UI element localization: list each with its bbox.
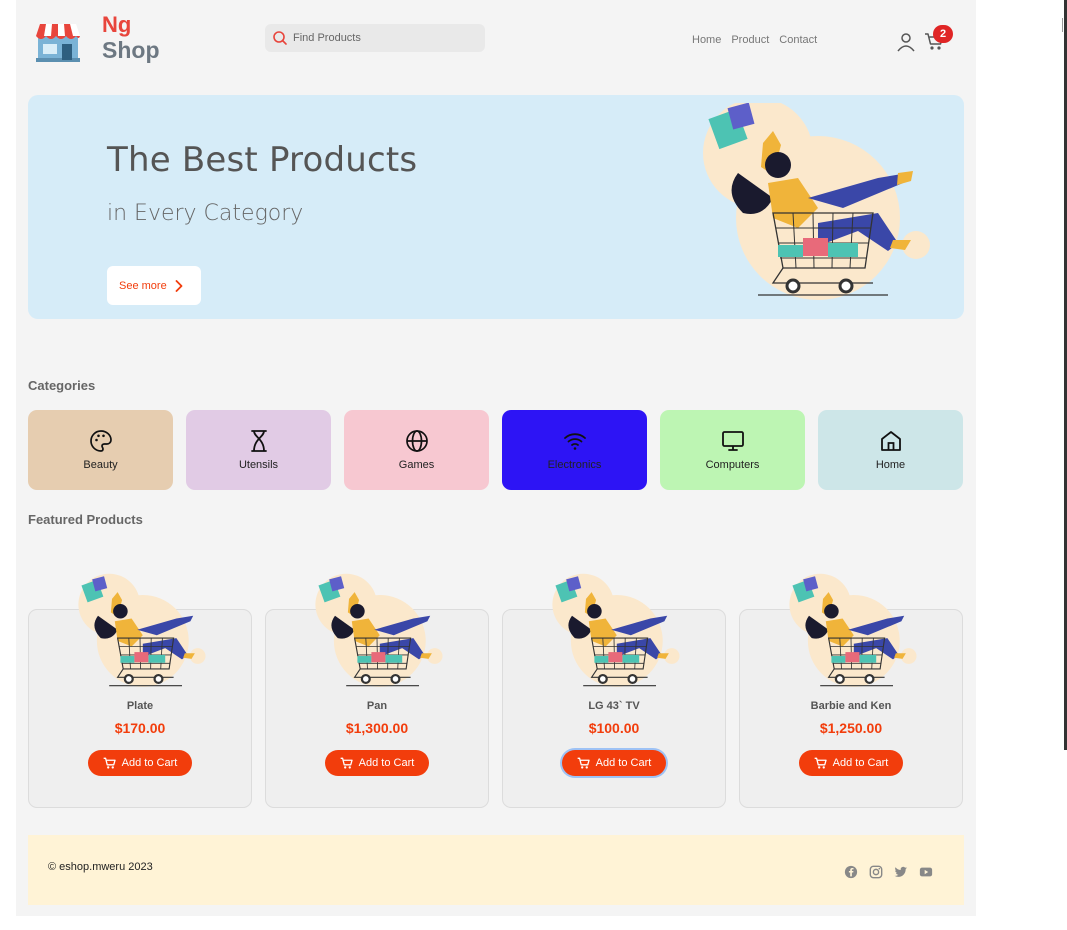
cart-count-badge: 2: [933, 25, 953, 43]
featured-heading: Featured Products: [28, 512, 143, 527]
twitter-icon[interactable]: [894, 865, 908, 879]
category-label-computers: Computers: [705, 459, 760, 471]
category-label-games: Games: [398, 459, 435, 471]
wifi-icon: [563, 433, 586, 450]
add-to-cart-button[interactable]: Add to Cart: [88, 750, 192, 776]
shop-logo-icon: [36, 24, 80, 62]
product-image: [551, 572, 681, 688]
home-icon: [880, 431, 901, 451]
category-computers[interactable]: Computers: [660, 410, 805, 490]
search-bar: [265, 24, 485, 52]
cart-icon: [340, 757, 353, 769]
category-electronics[interactable]: Electronics: [502, 410, 647, 490]
nav-contact[interactable]: Contact: [779, 34, 817, 46]
shopping-cart-illustration: [703, 103, 930, 300]
product-image: [77, 572, 207, 688]
category-home[interactable]: Home: [818, 410, 963, 490]
youtube-icon[interactable]: [919, 865, 933, 879]
nav-product[interactable]: Product: [731, 34, 769, 46]
hero-subtitle: in Every Category: [107, 201, 304, 226]
add-to-cart-label: Add to Cart: [832, 757, 889, 769]
logo-text-shop: Shop: [102, 37, 160, 63]
cart-icon: [577, 757, 590, 769]
product-price: $1,250.00: [819, 720, 883, 736]
globe-icon: [405, 430, 428, 452]
window-edge-tick: [1062, 18, 1067, 32]
monitor-icon: [721, 431, 744, 451]
hourglass-icon: [250, 430, 267, 452]
logo[interactable]: Ng Shop: [34, 12, 160, 66]
product-name: Barbie and Ken: [810, 700, 892, 712]
social-links: [844, 865, 933, 879]
product-price: $170.00: [114, 720, 166, 736]
category-label-beauty: Beauty: [83, 459, 118, 471]
footer: © eshop.mweru 2023: [28, 835, 964, 905]
category-label-electronics: Electronics: [547, 459, 602, 471]
add-to-cart-label: Add to Cart: [358, 757, 415, 769]
product-image: [788, 572, 918, 688]
category-label-utensils: Utensils: [238, 459, 279, 471]
instagram-icon[interactable]: [869, 865, 883, 879]
product-name: Pan: [366, 700, 388, 712]
nav-home[interactable]: Home: [692, 34, 721, 46]
see-more-label: See more: [119, 279, 167, 292]
add-to-cart-button[interactable]: Add to Cart: [562, 750, 666, 776]
copyright-text: © eshop.mweru 2023: [48, 861, 153, 873]
main-nav: Home Product Contact: [692, 34, 817, 46]
product-name: LG 43` TV: [588, 700, 640, 712]
add-to-cart-button[interactable]: Add to Cart: [799, 750, 903, 776]
category-utensils[interactable]: Utensils: [186, 410, 331, 490]
add-to-cart-label: Add to Cart: [595, 757, 652, 769]
logo-text-ng: Ng: [102, 12, 132, 37]
search-input[interactable]: [293, 29, 473, 47]
add-to-cart-button[interactable]: Add to Cart: [325, 750, 429, 776]
page: Ng Shop Home Product Contact 2 The Best …: [16, 0, 976, 916]
product-name: Plate: [126, 700, 154, 712]
category-games[interactable]: Games: [344, 410, 489, 490]
facebook-icon[interactable]: [844, 865, 858, 879]
categories-heading: Categories: [28, 378, 96, 393]
search-icon: [273, 31, 287, 45]
product-image: [314, 572, 444, 688]
user-icon[interactable]: [896, 32, 916, 52]
category-beauty[interactable]: Beauty: [28, 410, 173, 490]
add-to-cart-label: Add to Cart: [121, 757, 178, 769]
hero-title: The Best Products: [107, 140, 418, 180]
product-price: $1,300.00: [345, 720, 409, 736]
chevron-right-icon: [175, 279, 183, 292]
product-price: $100.00: [588, 720, 640, 736]
see-more-button[interactable]: See more: [107, 266, 201, 305]
cart-icon: [814, 757, 827, 769]
hero-banner: The Best Products in Every Category See …: [28, 95, 964, 319]
palette-icon: [89, 430, 112, 452]
category-label-home: Home: [875, 459, 906, 471]
cart-icon: [103, 757, 116, 769]
